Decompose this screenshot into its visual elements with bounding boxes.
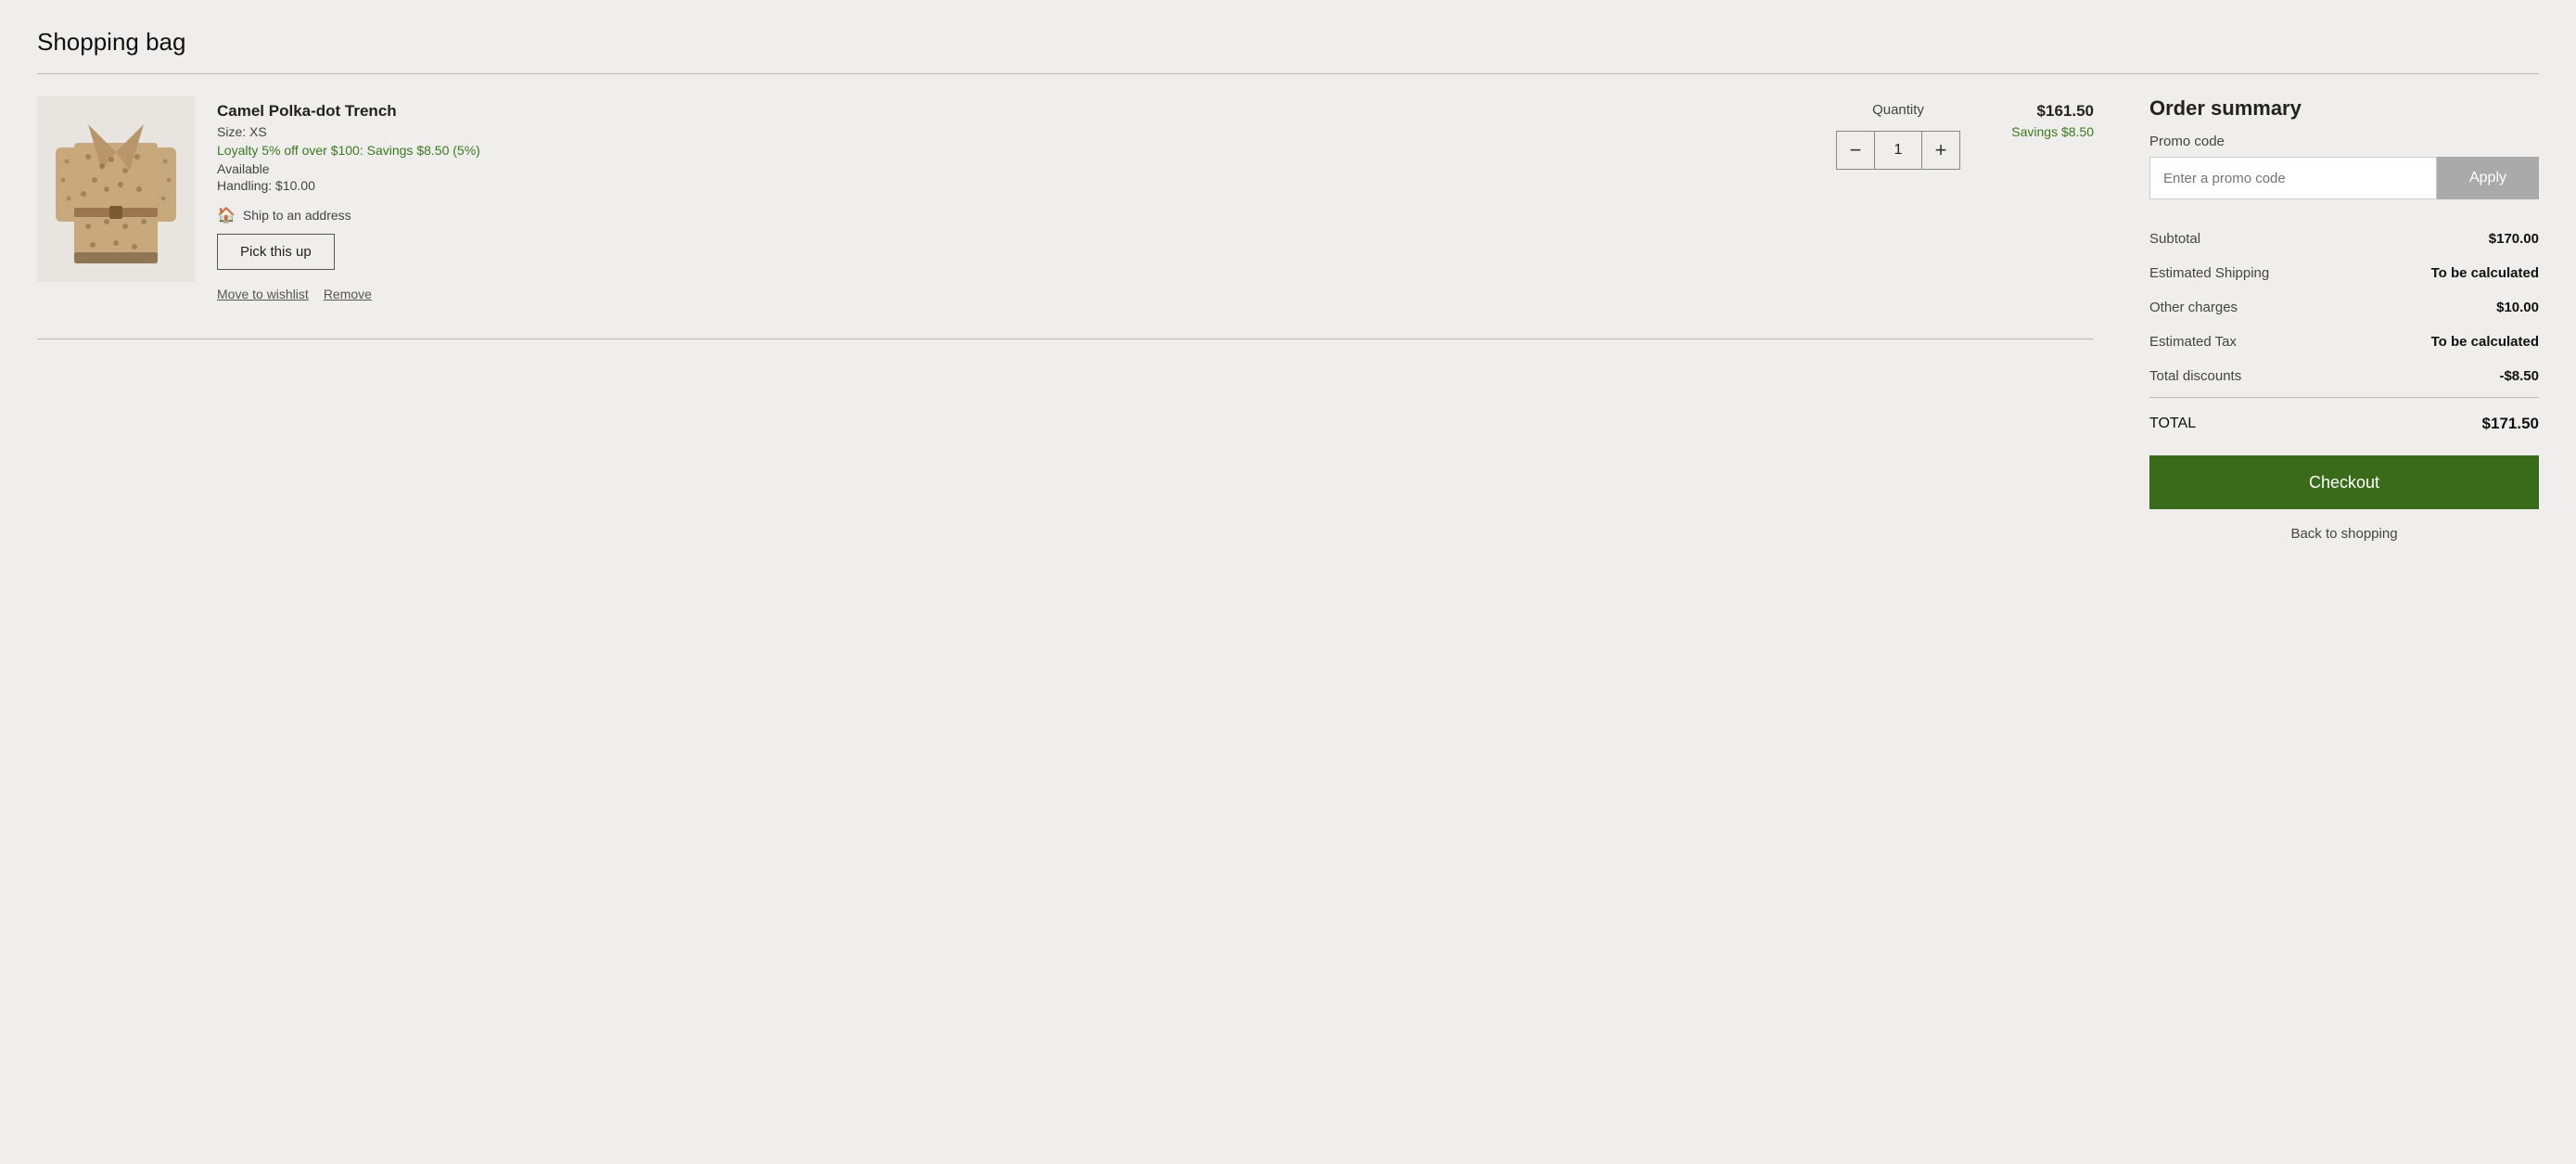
discounts-value: -$8.50	[2499, 368, 2539, 384]
summary-title: Order summary	[2149, 96, 2539, 121]
promo-code-input[interactable]	[2149, 157, 2437, 199]
summary-divider	[2149, 397, 2539, 398]
summary-rows: Subtotal $170.00 Estimated Shipping To b…	[2149, 222, 2539, 393]
back-to-shopping-link[interactable]: Back to shopping	[2149, 526, 2539, 542]
ship-to-address: 🏠 Ship to an address	[217, 206, 1814, 224]
promo-label: Promo code	[2149, 134, 2539, 149]
summary-row-subtotal: Subtotal $170.00	[2149, 222, 2539, 256]
apply-button[interactable]: Apply	[2437, 157, 2539, 199]
product-image	[56, 106, 176, 273]
subtotal-label: Subtotal	[2149, 231, 2200, 247]
total-label: TOTAL	[2149, 416, 2196, 432]
tax-label: Estimated Tax	[2149, 334, 2237, 350]
summary-row-tax: Estimated Tax To be calculated	[2149, 325, 2539, 359]
item-price: $161.50	[1983, 102, 2094, 121]
quantity-label: Quantity	[1872, 102, 1924, 118]
product-details: Camel Polka-dot Trench Size: XS Loyalty …	[217, 96, 1814, 301]
action-links: Move to wishlist Remove	[217, 287, 1814, 301]
pick-up-button[interactable]: Pick this up	[217, 234, 335, 270]
main-layout: Camel Polka-dot Trench Size: XS Loyalty …	[37, 96, 2539, 542]
product-size: Size: XS	[217, 124, 1814, 139]
product-image-container	[37, 96, 195, 282]
quantity-decrease-button[interactable]: −	[1836, 131, 1875, 170]
ship-to-label: Ship to an address	[243, 208, 351, 223]
cart-section: Camel Polka-dot Trench Size: XS Loyalty …	[37, 96, 2094, 339]
page-title: Shopping bag	[37, 28, 2539, 57]
total-value: $171.50	[2482, 415, 2539, 433]
shipping-label: Estimated Shipping	[2149, 265, 2269, 281]
checkout-button[interactable]: Checkout	[2149, 455, 2539, 509]
cart-item: Camel Polka-dot Trench Size: XS Loyalty …	[37, 96, 2094, 329]
total-row: TOTAL $171.50	[2149, 402, 2539, 446]
promo-row: Apply	[2149, 157, 2539, 199]
move-to-wishlist-button[interactable]: Move to wishlist	[217, 287, 309, 301]
summary-row-other: Other charges $10.00	[2149, 290, 2539, 325]
price-section: $161.50 Savings $8.50	[1983, 96, 2094, 139]
remove-button[interactable]: Remove	[324, 287, 372, 301]
order-summary: Order summary Promo code Apply Subtotal …	[2149, 96, 2539, 542]
item-savings: Savings $8.50	[1983, 124, 2094, 139]
discounts-label: Total discounts	[2149, 368, 2241, 384]
product-name: Camel Polka-dot Trench	[217, 102, 1814, 121]
quantity-controls: − 1 +	[1836, 131, 1960, 170]
quantity-section: Quantity − 1 +	[1836, 96, 1960, 170]
loyalty-discount: Loyalty 5% off over $100: Savings $8.50 …	[217, 143, 1814, 158]
subtotal-value: $170.00	[2489, 231, 2539, 247]
header-divider	[37, 73, 2539, 74]
tax-value: To be calculated	[2431, 334, 2539, 350]
quantity-increase-button[interactable]: +	[1921, 131, 1960, 170]
summary-row-discounts: Total discounts -$8.50	[2149, 359, 2539, 393]
summary-row-shipping: Estimated Shipping To be calculated	[2149, 256, 2539, 290]
product-handling: Handling: $10.00	[217, 178, 1814, 193]
other-charges-label: Other charges	[2149, 300, 2238, 315]
other-charges-value: $10.00	[2496, 300, 2539, 315]
product-availability: Available	[217, 161, 1814, 176]
shipping-value: To be calculated	[2431, 265, 2539, 281]
ship-icon: 🏠	[217, 206, 236, 224]
quantity-value: 1	[1875, 131, 1921, 170]
